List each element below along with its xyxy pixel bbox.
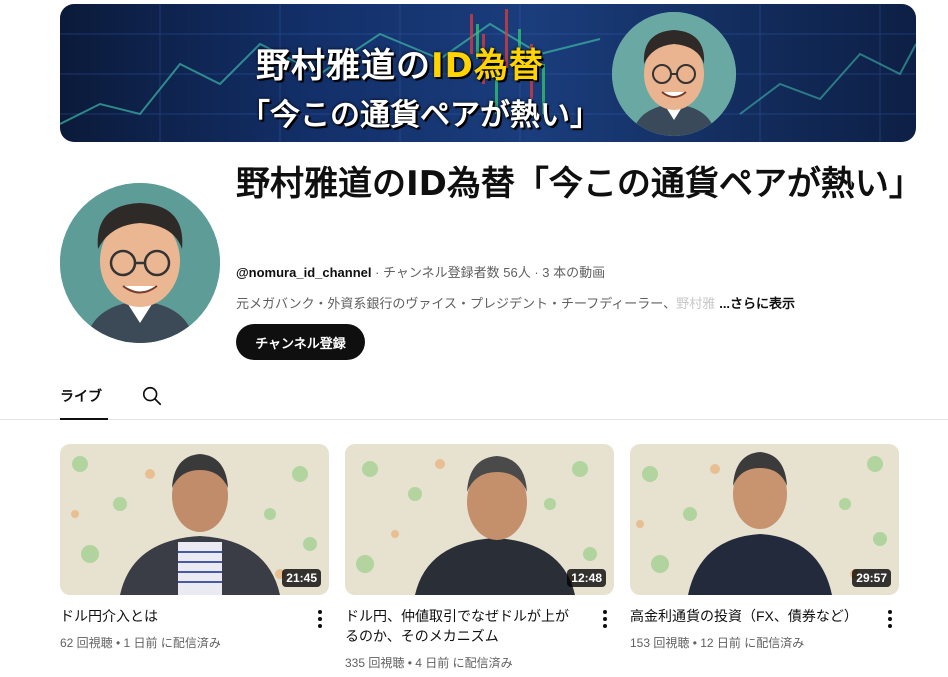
subscribe-button[interactable]: チャンネル登録 xyxy=(236,324,365,360)
channel-tabs: ライブ xyxy=(0,370,948,420)
description-text: 元メガバンク・外資系銀行のヴァイス・プレジデント・チーフディーラー、 xyxy=(236,296,677,311)
video-thumbnail[interactable]: 29:57 xyxy=(630,444,899,595)
channel-description[interactable]: 元メガバンク・外資系銀行のヴァイス・プレジデント・チーフディーラー、野村雅...… xyxy=(236,293,795,312)
channel-handle[interactable]: @nomura_id_channel xyxy=(236,265,371,280)
video-card[interactable]: 29:57 高金利通貨の投資（FX、債券など） 153 回視聴 • 12 日前 … xyxy=(630,444,899,650)
banner-title-line2: 「今この通貨ペアが熱い」 xyxy=(240,98,600,133)
tab-live[interactable]: ライブ xyxy=(60,386,108,420)
channel-stats: · チャンネル登録者数 56人 · 3 本の動画 xyxy=(371,265,606,280)
video-thumbnail[interactable]: 21:45 xyxy=(60,444,329,595)
channel-title: 野村雅道のID為替「今この通貨ペアが熱い」 xyxy=(236,164,923,204)
video-card[interactable]: 21:45 ドル円介入とは 62 回視聴 • 1 日前 に配信済み xyxy=(60,444,329,650)
video-duration: 12:48 xyxy=(567,569,606,587)
more-actions-icon[interactable] xyxy=(596,608,614,630)
banner-title-line1: 野村雅道のID為替 xyxy=(256,46,544,86)
channel-meta: @nomura_id_channel · チャンネル登録者数 56人 · 3 本… xyxy=(236,262,605,281)
video-duration: 21:45 xyxy=(282,569,321,587)
channel-avatar[interactable] xyxy=(60,183,220,343)
more-actions-icon[interactable] xyxy=(881,608,899,630)
banner-title-accent: ID為替 xyxy=(431,46,544,86)
video-card[interactable]: 12:48 ドル円、仲値取引でなぜドルが上がるのか、そのメカニズム 335 回視… xyxy=(345,444,614,670)
video-title[interactable]: ドル円介入とは xyxy=(60,606,295,626)
video-meta: 335 回視聴 • 4 日前 に配信済み xyxy=(345,656,513,670)
more-actions-icon[interactable] xyxy=(311,608,329,630)
video-thumbnail[interactable]: 12:48 xyxy=(345,444,614,595)
description-fade: 野村雅 xyxy=(676,296,716,311)
banner-portrait xyxy=(612,12,736,136)
video-title[interactable]: 高金利通貨の投資（FX、債券など） xyxy=(630,606,865,626)
show-more-link[interactable]: ...さらに表示 xyxy=(719,296,795,311)
video-meta: 153 回視聴 • 12 日前 に配信済み xyxy=(630,636,805,650)
video-meta: 62 回視聴 • 1 日前 に配信済み xyxy=(60,636,221,650)
search-icon[interactable] xyxy=(141,385,163,407)
video-duration: 29:57 xyxy=(852,569,891,587)
video-title[interactable]: ドル円、仲値取引でなぜドルが上がるのか、そのメカニズム xyxy=(345,606,580,646)
channel-banner: 野村雅道のID為替 「今この通貨ペアが熱い」 xyxy=(60,4,916,142)
